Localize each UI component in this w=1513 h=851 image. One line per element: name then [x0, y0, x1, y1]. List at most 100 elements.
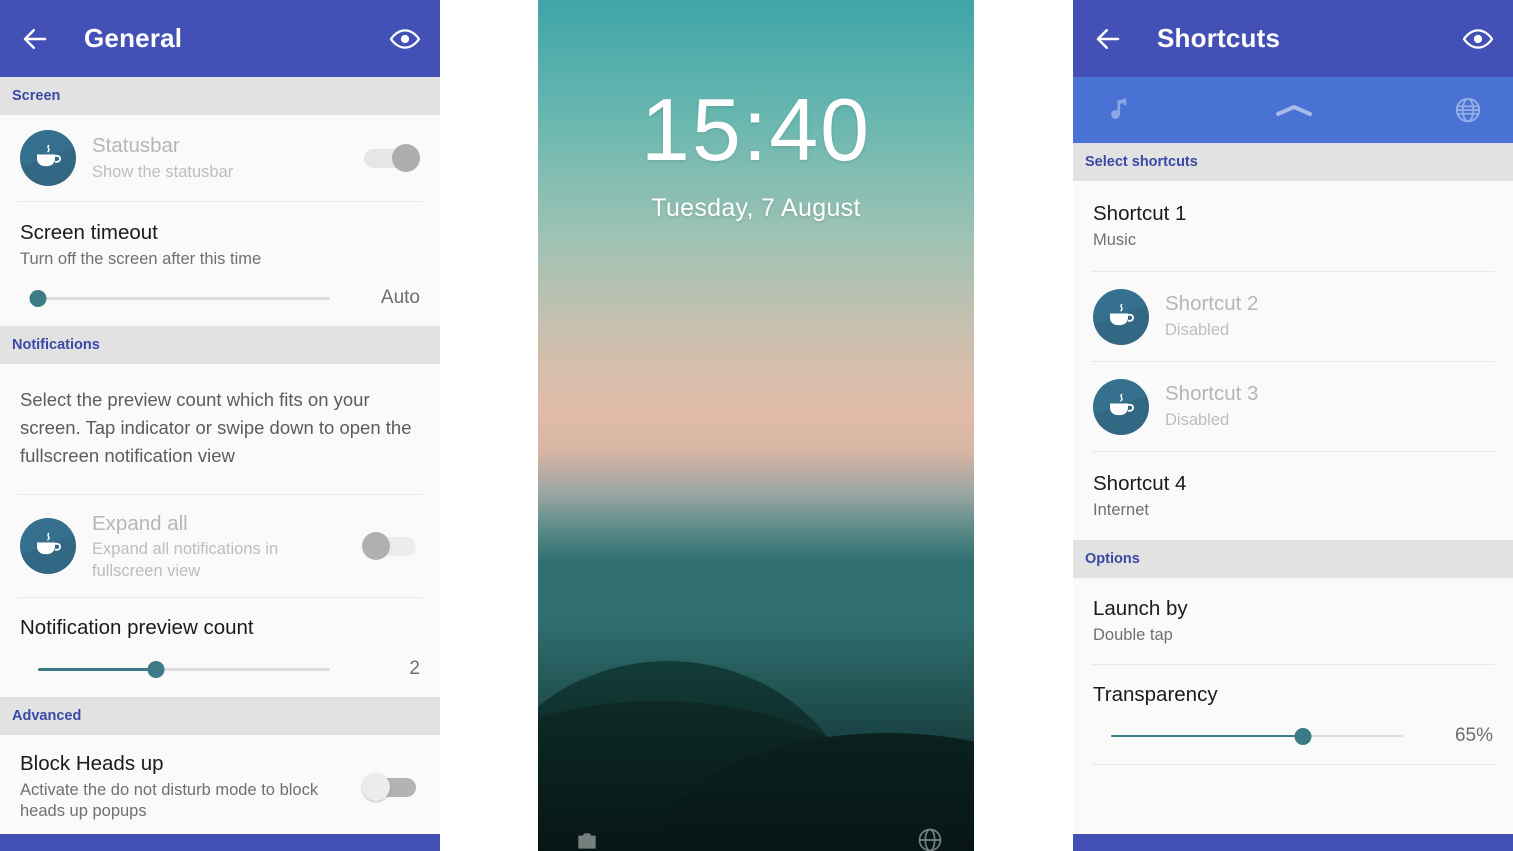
- globe-icon: [1453, 95, 1483, 125]
- launch-by-row[interactable]: Launch by Double tap: [1073, 578, 1513, 664]
- coffee-cup-icon: [20, 130, 76, 186]
- expand-all-row[interactable]: Expand all Expand all notifications in f…: [0, 495, 440, 598]
- general-appbar: General: [0, 0, 440, 77]
- tab-internet[interactable]: [1357, 77, 1513, 143]
- general-settings-panel: General Screen Statusbar Show the status…: [0, 0, 440, 851]
- shortcut-text: Shortcut 3 Disabled: [1165, 381, 1493, 431]
- row-title: Notification preview count: [20, 616, 254, 640]
- row-subtitle: Disabled: [1165, 321, 1230, 340]
- preview-count-value: 2: [409, 658, 420, 680]
- slider-track: [38, 297, 330, 300]
- wallpaper-vignette: [538, 621, 974, 851]
- row-title: Shortcut 1: [1093, 201, 1187, 225]
- preview-count-slider[interactable]: [20, 652, 352, 686]
- lockscreen-wallpaper[interactable]: 15:40 Tuesday, 7 August: [538, 0, 974, 851]
- block-heads-up-toggle[interactable]: [362, 772, 420, 802]
- music-note-icon: [1105, 95, 1135, 125]
- section-label: Options: [1085, 551, 1140, 567]
- section-label: Notifications: [12, 337, 100, 354]
- row-subtitle: Double tap: [1093, 625, 1173, 644]
- row-subtitle: Activate the do not disturb mode to bloc…: [20, 780, 319, 821]
- row-subtitle: Disabled: [1165, 411, 1230, 430]
- row-subtitle: Music: [1093, 230, 1137, 249]
- slider-fill: [1111, 734, 1303, 738]
- slider-fill: [38, 668, 156, 671]
- screen-section-list: Statusbar Show the statusbar Screen time…: [0, 115, 440, 327]
- page-title: Shortcuts: [1157, 23, 1281, 53]
- shortcuts-tabstrip: [1073, 77, 1513, 143]
- shortcut-text: Shortcut 2 Disabled: [1165, 291, 1493, 341]
- shortcuts-appbar: Shortcuts: [1073, 0, 1513, 77]
- clock-date: Tuesday, 7 August: [651, 194, 861, 222]
- preview-count-slider-row: 2: [0, 641, 440, 697]
- statusbar-row[interactable]: Statusbar Show the statusbar: [0, 115, 440, 201]
- globe-icon[interactable]: [916, 826, 944, 851]
- section-label: Screen: [12, 88, 61, 104]
- block-heads-up-text: Block Heads up Activate the do not distu…: [20, 751, 352, 823]
- shortcut-text: Shortcut 4 Internet: [1093, 471, 1493, 521]
- transparency-row[interactable]: Transparency: [1073, 665, 1513, 708]
- row-title: Shortcut 3: [1165, 382, 1259, 406]
- screen-timeout-slider-row: Auto: [0, 270, 440, 326]
- coffee-cup-icon: [1093, 288, 1149, 345]
- shortcuts-list: Shortcut 1 Music Shortcut 2 Disabled Sho…: [1073, 181, 1513, 540]
- row-title: Expand all: [92, 511, 188, 535]
- transparency-slider-row: 65%: [1073, 708, 1513, 764]
- transparency-slider[interactable]: [1093, 719, 1425, 753]
- block-heads-up-row[interactable]: Block Heads up Activate the do not distu…: [0, 735, 440, 840]
- camera-icon[interactable]: [574, 828, 600, 851]
- row-subtitle: Internet: [1093, 500, 1149, 519]
- toggle-thumb: [362, 773, 390, 802]
- toggle-thumb: [362, 532, 390, 561]
- divider: [1091, 763, 1495, 765]
- coffee-cup-icon: [20, 518, 76, 575]
- row-subtitle: Show the statusbar: [92, 162, 234, 181]
- lockscreen-panel: 15:40 Tuesday, 7 August: [538, 0, 974, 851]
- tab-arc[interactable]: [1231, 77, 1357, 143]
- chevron-up-icon: [1272, 99, 1316, 121]
- screen-timeout-row[interactable]: Screen timeout Turn off the screen after…: [0, 202, 440, 270]
- back-icon[interactable]: [18, 22, 52, 56]
- back-icon[interactable]: [1091, 22, 1125, 56]
- slider-knob[interactable]: [1294, 727, 1312, 745]
- coffee-cup-icon: [1093, 378, 1149, 435]
- options-list: Launch by Double tap Transparency 65%: [1073, 578, 1513, 765]
- section-label: Select shortcuts: [1085, 154, 1198, 170]
- section-header-notifications: Notifications: [0, 326, 440, 365]
- section-header-options: Options: [1073, 540, 1513, 578]
- notifications-info-text: Select the preview count which fits on y…: [20, 389, 412, 467]
- advanced-section-list: Block Heads up Activate the do not distu…: [0, 735, 440, 840]
- row-title: Shortcut 2: [1165, 292, 1259, 316]
- expand-all-text: Expand all Expand all notifications in f…: [92, 511, 352, 583]
- shortcut-row-1[interactable]: Shortcut 1 Music: [1073, 181, 1513, 271]
- shortcut-text: Shortcut 1 Music: [1093, 201, 1493, 251]
- statusbar-toggle[interactable]: [362, 143, 420, 173]
- row-title: Statusbar: [92, 133, 180, 157]
- shortcut-row-4[interactable]: Shortcut 4 Internet: [1073, 452, 1513, 540]
- shortcut-row-3[interactable]: Shortcut 3 Disabled: [1073, 362, 1513, 451]
- row-subtitle: Expand all notifications in fullscreen v…: [92, 540, 279, 580]
- slider-knob[interactable]: [147, 661, 165, 679]
- shortcut-row-2[interactable]: Shortcut 2 Disabled: [1073, 272, 1513, 361]
- row-title: Screen timeout: [20, 221, 158, 244]
- row-subtitle: Turn off the screen after this time: [20, 249, 262, 268]
- expand-all-toggle[interactable]: [362, 531, 420, 561]
- eye-icon[interactable]: [388, 22, 422, 56]
- tab-music[interactable]: [1073, 77, 1231, 143]
- section-label: Advanced: [12, 708, 82, 725]
- toggle-thumb: [392, 144, 420, 172]
- launch-by-text: Launch by Double tap: [1093, 596, 1493, 646]
- screen-timeout-slider[interactable]: [20, 281, 352, 315]
- wallpaper-mountains: [538, 511, 974, 851]
- section-header-screen: Screen: [0, 77, 440, 115]
- preview-count-row[interactable]: Notification preview count: [0, 598, 440, 641]
- page-title: General: [84, 23, 183, 53]
- notifications-section-list: Select the preview count which fits on y…: [0, 364, 440, 698]
- screenshot-stage: General Screen Statusbar Show the status…: [0, 0, 1513, 851]
- eye-icon[interactable]: [1461, 22, 1495, 56]
- lockscreen-clock: 15:40 Tuesday, 7 August: [538, 86, 974, 223]
- section-header-advanced: Advanced: [0, 697, 440, 736]
- statusbar-text: Statusbar Show the statusbar: [92, 133, 352, 183]
- row-title: Transparency: [1093, 683, 1218, 706]
- slider-knob[interactable]: [29, 290, 47, 308]
